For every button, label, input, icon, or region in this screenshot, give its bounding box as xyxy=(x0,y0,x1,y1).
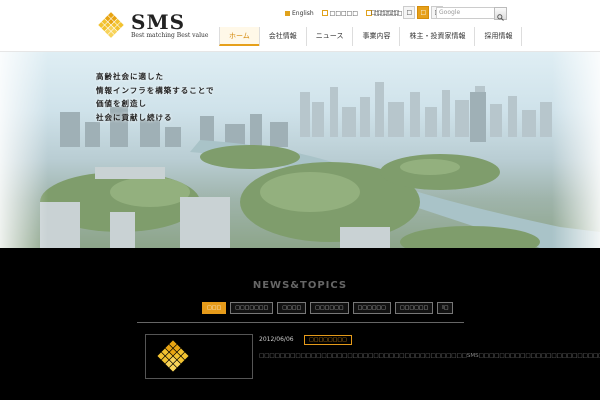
search-input[interactable]: Google xyxy=(436,7,496,19)
english-link[interactable]: English xyxy=(285,10,314,17)
font-size-label: □□□□□ xyxy=(371,9,400,16)
divider xyxy=(137,322,464,323)
news-section-title: NEWS&TOPICS xyxy=(252,280,348,291)
nav-recruit[interactable]: 採用情報 xyxy=(474,27,523,46)
diamond-grid-logo-icon xyxy=(96,10,126,40)
news-category-badge[interactable]: □□□□□□□□ xyxy=(304,335,352,345)
hero-copy-line: 高齢社会に適した xyxy=(96,72,164,81)
font-size-control: □□□□□ □ □ □ xyxy=(371,6,445,19)
filter-tab-3[interactable]: □□□□ xyxy=(277,302,307,314)
main-nav: ホーム 会社情報 ニュース 事業内容 株主・投資家情報 採用情報 xyxy=(219,27,523,46)
hero-copy-line: 価値を創造し xyxy=(96,99,147,108)
hero-copy: 高齢社会に適した 情報インフラを構築することで 価値を創造し 社会に貢献し続ける xyxy=(96,70,215,124)
hero-copy-line: 情報インフラを構築することで xyxy=(96,85,215,95)
filter-tab-all[interactable]: □□□ xyxy=(202,302,227,314)
filter-tab-5[interactable]: □□□□□□ xyxy=(352,302,391,314)
news-date: 2012/06/06 xyxy=(259,336,294,343)
hero-copy-line: 社会に貢献し続ける xyxy=(96,112,173,122)
nav-home[interactable]: ホーム xyxy=(219,27,259,46)
nav-ir[interactable]: 株主・投資家情報 xyxy=(399,27,474,46)
filter-tab-ir[interactable]: I□ xyxy=(437,302,454,314)
search-button[interactable] xyxy=(494,7,507,21)
hero-banner: 高齢社会に適した 情報インフラを構築することで 価値を創造し 社会に貢献し続ける xyxy=(0,52,600,248)
diamond-grid-logo-icon xyxy=(157,340,189,372)
magnifier-icon xyxy=(497,14,504,21)
font-size-medium-button[interactable]: □ xyxy=(417,6,430,19)
site-logo[interactable]: SMS Best matching Best value xyxy=(96,9,208,41)
font-size-small-button[interactable]: □ xyxy=(403,6,416,19)
filter-tab-6[interactable]: □□□□□□ xyxy=(394,302,434,314)
news-excerpt[interactable]: □□□□□□□□□□□□□□□□□□□□□□□□□□□□□□□□□□□□□□□□… xyxy=(259,351,600,362)
nav-news[interactable]: ニュース xyxy=(305,27,353,46)
news-filter-tabs: □□□ □□□□□□□ □□□□ □□□□□□ □□□□□□ □□□□□□ I□ xyxy=(202,302,457,314)
news-section: NEWS&TOPICS □□□ □□□□□□□ □□□□ □□□□□□ □□□□… xyxy=(0,248,600,400)
filter-tab-4[interactable]: □□□□□□ xyxy=(310,302,349,314)
checkbox-square-icon xyxy=(321,10,328,16)
utility-link-2[interactable]: □□□□□ xyxy=(321,10,358,17)
logo-title: SMS xyxy=(131,9,186,34)
site-header: SMS Best matching Best value English □□□… xyxy=(0,0,600,52)
news-thumbnail[interactable] xyxy=(145,334,253,379)
filter-tab-2[interactable]: □□□□□□□ xyxy=(230,302,274,314)
logo-tagline: Best matching Best value xyxy=(131,31,209,39)
nav-company[interactable]: 会社情報 xyxy=(258,27,306,46)
bullet-icon xyxy=(285,10,290,16)
nav-business[interactable]: 事業内容 xyxy=(352,27,399,46)
